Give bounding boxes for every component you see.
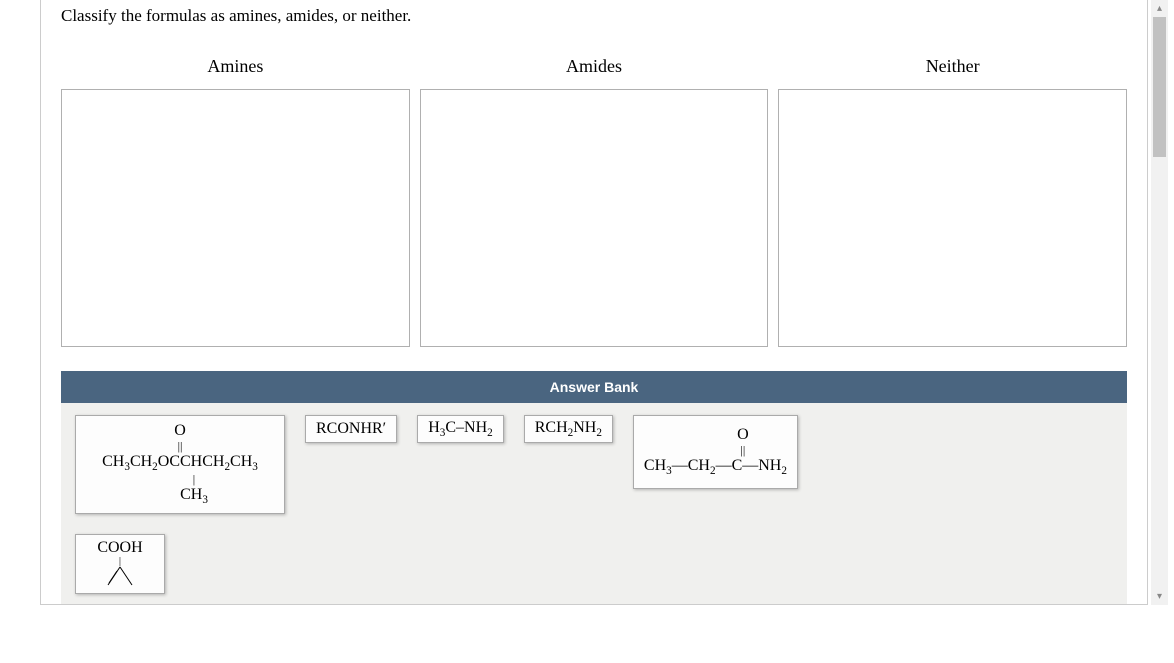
cooh-bar: | xyxy=(119,557,121,567)
ester-oc-group: O || CH3CH2OCCHCH2CH3 | CH3 xyxy=(102,422,258,507)
neither-drop-zone[interactable] xyxy=(778,89,1127,347)
ester-main: CH3CH2OCCHCH2CH3 xyxy=(102,453,258,474)
amines-label: Amines xyxy=(207,56,263,77)
question-prompt: Classify the formulas as amines, amides,… xyxy=(61,6,1127,26)
category-amides: Amides xyxy=(420,56,769,347)
ester-o: O xyxy=(102,422,258,440)
benzene-partial-icon xyxy=(100,567,140,587)
categories-row: Amines Amides Neither xyxy=(61,56,1127,347)
amides-label: Amides xyxy=(566,56,622,77)
ester-bar: | xyxy=(130,473,258,486)
amides-drop-zone[interactable] xyxy=(420,89,769,347)
chip-propanamide[interactable]: O || CH3—CH2—C—NH2 xyxy=(633,415,798,489)
scroll-thumb[interactable] xyxy=(1153,17,1166,157)
chip-rch2nh2[interactable]: RCH2NH2 xyxy=(524,415,613,443)
prop-o: O xyxy=(699,426,787,444)
chip-ester-structure[interactable]: O || CH3CH2OCCHCH2CH3 | CH3 xyxy=(75,415,285,514)
down-arrow-icon: ▾ xyxy=(1157,591,1162,602)
prop-dblbond: || xyxy=(699,444,787,457)
category-neither: Neither xyxy=(778,56,1127,347)
chip-rconhr[interactable]: RCONHR′ xyxy=(305,415,397,443)
ester-dblbond: || xyxy=(102,440,258,453)
category-amines: Amines xyxy=(61,56,410,347)
h3cnh2-text: H3C–NH2 xyxy=(428,419,493,439)
rconhr-text: RCONHR′ xyxy=(316,420,386,438)
chip-row-2: COOH | xyxy=(75,534,1113,594)
answer-bank: O || CH3CH2OCCHCH2CH3 | CH3 RCONHR′ H3C–… xyxy=(61,403,1127,605)
up-arrow-icon: ▴ xyxy=(1157,3,1162,14)
ester-sub: CH3 xyxy=(130,486,258,507)
prop-main: CH3—CH2—C—NH2 xyxy=(644,457,787,478)
neither-label: Neither xyxy=(926,56,980,77)
scroll-up-arrow[interactable]: ▴ xyxy=(1151,0,1168,17)
chip-h3c-nh2[interactable]: H3C–NH2 xyxy=(417,415,504,443)
rch2nh2-text: RCH2NH2 xyxy=(535,419,602,439)
amines-drop-zone[interactable] xyxy=(61,89,410,347)
scrollbar[interactable]: ▴ ▾ xyxy=(1151,0,1168,605)
question-panel: Classify the formulas as amines, amides,… xyxy=(40,0,1148,605)
scroll-down-arrow[interactable]: ▾ xyxy=(1151,588,1168,605)
propanamide-structure: O || CH3—CH2—C—NH2 xyxy=(644,426,787,477)
answer-bank-header: Answer Bank xyxy=(61,371,1127,403)
chip-cooh-structure[interactable]: COOH | xyxy=(75,534,165,594)
